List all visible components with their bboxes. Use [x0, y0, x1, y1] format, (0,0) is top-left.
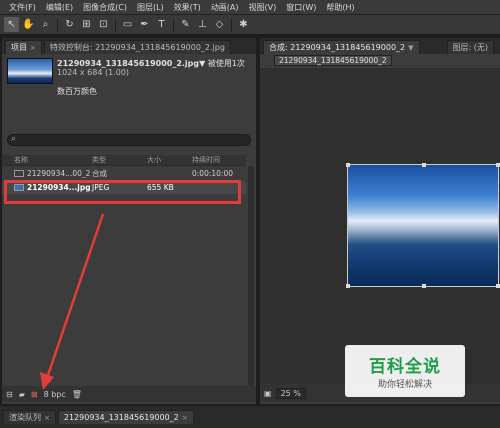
new-composition-icon[interactable]: ⊠ — [31, 390, 38, 399]
zoom-tool-icon[interactable]: ⌕ — [38, 17, 53, 32]
tab-project[interactable]: 项目 × — [5, 40, 42, 54]
transform-handle[interactable] — [346, 163, 350, 167]
selection-tool-icon[interactable]: ↖ — [4, 17, 19, 32]
footage-usage: 被使用1次 — [207, 59, 245, 68]
comp-subtab[interactable]: 21290934_131845619000_2 — [274, 55, 392, 66]
rectangle-tool-icon[interactable]: ▭ — [120, 17, 135, 32]
tools-toolbar: ↖ ✋ ⌕ ↻ ⊞ ⊡ ▭ ✒ T ✎ ⊥ ◇ ✱ — [0, 15, 500, 35]
clone-stamp-tool-icon[interactable]: ⊥ — [195, 17, 210, 32]
column-type[interactable]: 类型 — [92, 155, 147, 165]
menu-edit[interactable]: 编辑(E) — [41, 2, 78, 13]
menu-bar: 文件(F) 编辑(E) 图像合成(C) 图层(L) 效果(T) 动画(A) 视图… — [0, 0, 500, 15]
close-icon[interactable]: × — [182, 414, 188, 422]
project-panel: 项目 × 特效控制台: 21290934_131845619000_2.jpg 2… — [2, 38, 256, 404]
row-duration: 0:00:10:00 — [192, 169, 233, 178]
search-input[interactable]: ⌕ — [7, 134, 251, 146]
dropdown-arrow-icon[interactable]: ▼ — [408, 44, 413, 52]
toolbar-divider — [173, 17, 174, 32]
tab-render-queue[interactable]: 渲染队列 × — [3, 410, 56, 424]
bpc-toggle[interactable]: 8 bpc — [44, 390, 66, 399]
column-name[interactable]: 名称 — [2, 155, 92, 165]
menu-file[interactable]: 文件(F) — [4, 2, 41, 13]
search-icon: ⌕ — [11, 134, 17, 144]
hand-tool-icon[interactable]: ✋ — [21, 17, 36, 32]
tab-layer[interactable]: 图层: (无) — [446, 40, 494, 54]
new-folder-icon[interactable]: ▰ — [19, 390, 25, 399]
project-footer: ⊟ ▰ ⊠ 8 bpc 🗑 — [2, 386, 256, 402]
toolbar-divider — [231, 17, 232, 32]
eraser-tool-icon[interactable]: ◇ — [212, 17, 227, 32]
transform-handle[interactable] — [496, 163, 500, 167]
menu-window[interactable]: 窗口(W) — [281, 2, 321, 13]
watermark-logo: 百科全说 助你轻松解决 — [345, 345, 465, 397]
tab-composition-label: 合成: 21290934_131845619000_2 — [269, 43, 406, 52]
menu-view[interactable]: 视图(V) — [244, 2, 282, 13]
transform-handle[interactable] — [422, 284, 426, 288]
tab-timeline[interactable]: 21290934_131845619000_2 × — [57, 410, 194, 424]
composition-icon — [14, 170, 24, 177]
pen-tool-icon[interactable]: ✒ — [137, 17, 152, 32]
pan-behind-tool-icon[interactable]: ⊡ — [96, 17, 111, 32]
transform-handle[interactable] — [422, 163, 426, 167]
menu-layer[interactable]: 图层(L) — [132, 2, 169, 13]
tab-effect-controls[interactable]: 特效控制台: 21290934_131845619000_2.jpg — [43, 40, 231, 54]
watermark-title: 百科全说 — [369, 357, 441, 377]
column-duration[interactable]: 持续时间 — [192, 155, 246, 165]
interpret-footage-icon[interactable]: ⊟ — [6, 390, 13, 399]
puppet-pin-tool-icon[interactable]: ✱ — [236, 17, 251, 32]
toolbar-divider — [57, 17, 58, 32]
menu-animation[interactable]: 动画(A) — [206, 2, 244, 13]
tab-effect-controls-label: 特效控制台: 21290934_131845619000_2.jpg — [49, 43, 225, 52]
brush-tool-icon[interactable]: ✎ — [178, 17, 193, 32]
project-tab-strip: 项目 × 特效控制台: 21290934_131845619000_2.jpg — [2, 38, 256, 54]
highlight-box — [4, 180, 241, 204]
tab-layer-label: 图层: (无) — [452, 43, 488, 52]
column-header: 名称 类型 大小 持续时间 — [2, 155, 246, 166]
transform-handle[interactable] — [346, 284, 350, 288]
comp-tab-strip: 合成: 21290934_131845619000_2 ▼ 图层: (无) — [260, 38, 500, 54]
footage-dimensions: 1024 x 684 (1.00) — [57, 68, 130, 77]
footage-filename: 21290934_131845619000_2.jpg▼ — [57, 59, 206, 68]
bottom-tab-strip: 渲染队列 × 21290934_131845619000_2 × — [0, 406, 500, 428]
footage-thumbnail — [7, 58, 53, 84]
tab-project-label: 项目 — [11, 43, 27, 52]
zoom-select[interactable]: 25 % — [275, 387, 306, 399]
composition-image[interactable] — [346, 163, 500, 288]
trash-icon[interactable]: 🗑 — [72, 390, 82, 399]
menu-effect[interactable]: 效果(T) — [169, 2, 206, 13]
camera-tool-icon[interactable]: ⊞ — [79, 17, 94, 32]
rotate-tool-icon[interactable]: ↻ — [62, 17, 77, 32]
viewer-options-icon[interactable]: ▣ — [264, 389, 272, 398]
transform-handle[interactable] — [496, 284, 500, 288]
tab-render-queue-label: 渲染队列 — [9, 413, 41, 422]
close-icon[interactable]: × — [44, 414, 50, 422]
tab-composition[interactable]: 合成: 21290934_131845619000_2 ▼ — [263, 40, 420, 54]
row-name: 21290934...00_2 — [27, 169, 91, 178]
watermark-subtitle: 助你轻松解决 — [377, 380, 432, 390]
close-icon[interactable]: × — [30, 44, 36, 52]
menu-composition[interactable]: 图像合成(C) — [78, 2, 132, 13]
column-size[interactable]: 大小 — [147, 155, 192, 165]
tab-timeline-label: 21290934_131845619000_2 — [63, 413, 179, 422]
row-type: 合成 — [92, 169, 107, 178]
table-row[interactable]: 21290934...00_2 合成 0:00:10:00 — [2, 167, 246, 180]
footage-colors: 数百万颜色 — [57, 87, 97, 96]
menu-help[interactable]: 帮助(H) — [321, 2, 359, 13]
toolbar-divider — [115, 17, 116, 32]
text-tool-icon[interactable]: T — [154, 17, 169, 32]
scrollbar[interactable] — [248, 166, 254, 386]
